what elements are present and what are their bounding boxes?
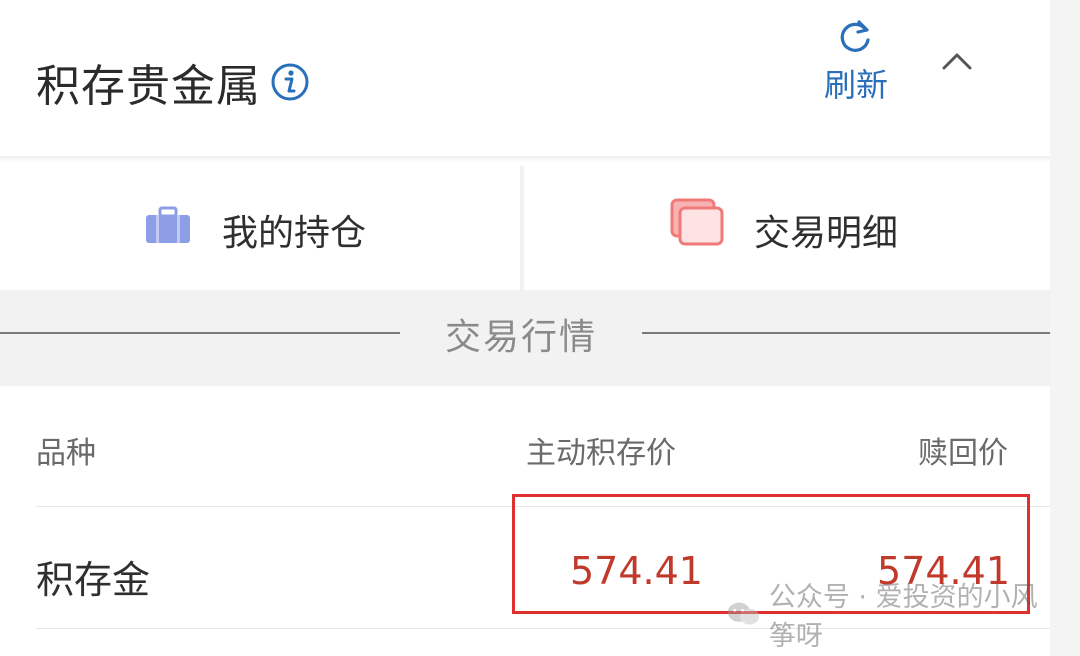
stacked-cards-icon bbox=[670, 198, 724, 246]
panel-header: 积存贵金属 刷新 bbox=[0, 0, 1050, 160]
my-holdings-button[interactable]: 我的持仓 bbox=[0, 162, 520, 290]
transaction-details-button[interactable]: 交易明细 bbox=[524, 162, 1050, 290]
page-title: 积存贵金属 bbox=[36, 61, 261, 112]
variety-cell: 积存金 bbox=[36, 558, 151, 602]
precious-metals-panel: 积存贵金属 刷新 我的持仓 交易明细 交易行情 品种 主动积存价 赎回价 积存金… bbox=[0, 0, 1050, 656]
refresh-icon bbox=[840, 20, 870, 52]
briefcase-icon bbox=[146, 206, 190, 243]
column-header-variety: 品种 bbox=[36, 436, 96, 471]
watermark: 公众号 · 爱投资的小风筝呀 bbox=[726, 582, 1050, 652]
column-header-redeem-price: 赎回价 bbox=[918, 436, 1008, 471]
quote-table-header: 品种 主动积存价 赎回价 bbox=[36, 420, 1014, 480]
chevron-up-icon[interactable] bbox=[936, 44, 978, 78]
right-gutter bbox=[1050, 0, 1080, 656]
transaction-details-label: 交易明细 bbox=[754, 213, 899, 254]
info-icon[interactable] bbox=[270, 62, 310, 102]
wechat-icon bbox=[727, 602, 760, 625]
refresh-button[interactable]: 刷新 bbox=[818, 18, 894, 104]
watermark-text: 公众号 · 爱投资的小风筝呀 bbox=[768, 582, 1038, 652]
market-section-header: 交易行情 bbox=[0, 290, 1050, 386]
refresh-label: 刷新 bbox=[823, 66, 888, 104]
column-header-buy-price: 主动积存价 bbox=[526, 436, 676, 471]
my-holdings-label: 我的持仓 bbox=[222, 213, 367, 254]
section-title: 交易行情 bbox=[444, 317, 597, 358]
section-line-left bbox=[0, 332, 400, 334]
section-line-right bbox=[642, 332, 1050, 334]
